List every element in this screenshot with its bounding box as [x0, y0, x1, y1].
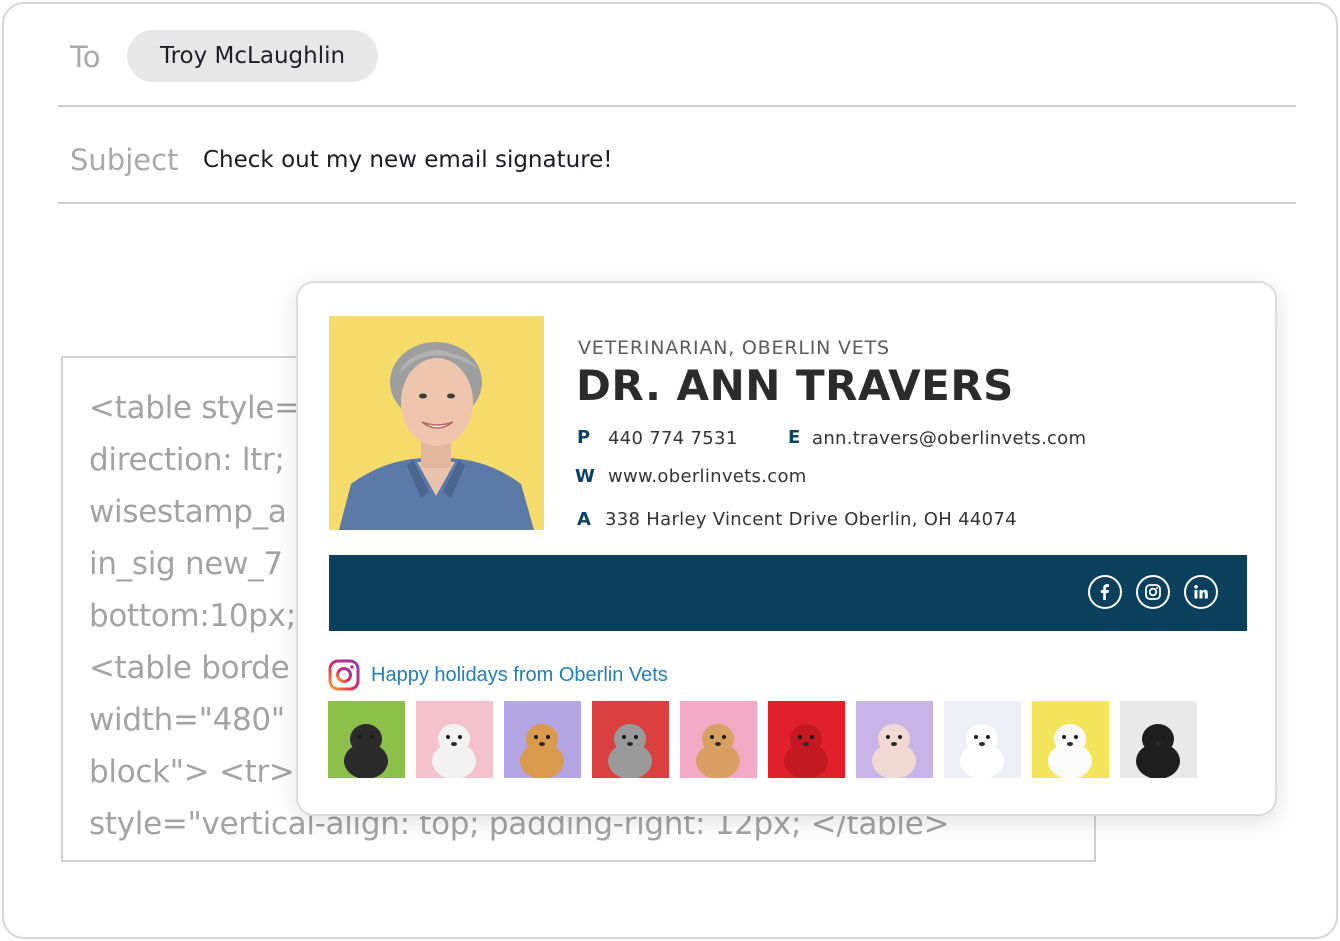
pet-photo-shiba-inu[interactable]: [504, 701, 581, 778]
phone-value[interactable]: 440 774 7531: [608, 428, 738, 449]
code-line: block"> <tr> <: [89, 754, 330, 790]
website-key: W: [575, 466, 595, 487]
code-line: wisestamp_a: [89, 494, 287, 530]
subject-label: Subject: [70, 143, 179, 177]
email-value[interactable]: ann.travers@oberlinvets.com: [812, 428, 1086, 449]
pet-photo-puppy-party-hat[interactable]: [328, 701, 405, 778]
job-title: VETERINARIAN, OBERLIN VETS: [578, 337, 890, 359]
pet-photo-black-pug[interactable]: [1120, 701, 1197, 778]
recipient-chip[interactable]: Troy McLaughlin: [127, 30, 378, 82]
pet-photo-cat-bread-costume[interactable]: [592, 701, 669, 778]
website-value[interactable]: www.oberlinvets.com: [608, 466, 807, 487]
pet-photo-french-bulldog-puppy[interactable]: [416, 701, 493, 778]
phone-key: P: [577, 427, 591, 448]
email-signature-card: VETERINARIAN, OBERLIN VETS DR. ANN TRAVE…: [296, 281, 1277, 816]
pet-photo-sphynx-cat[interactable]: [856, 701, 933, 778]
facebook-icon[interactable]: [1088, 575, 1122, 609]
linkedin-icon[interactable]: [1184, 575, 1218, 609]
to-divider: [58, 105, 1296, 107]
code-line: <table borde: [89, 650, 290, 686]
instagram-icon[interactable]: [328, 659, 360, 691]
pet-photo-dog-red-hoodie[interactable]: [768, 701, 845, 778]
pet-photo-white-rabbit-purple[interactable]: [944, 701, 1021, 778]
code-line: direction: ltr; ': [89, 442, 303, 478]
subject-field[interactable]: Check out my new email signature!: [203, 147, 613, 173]
pet-photo-shiba-party-hat[interactable]: [680, 701, 757, 778]
code-line: in_sig new_7: [89, 546, 283, 582]
code-line: bottom:10px;: [89, 598, 296, 634]
social-bar: [329, 555, 1247, 631]
address-key: A: [577, 509, 591, 530]
full-name: DR. ANN TRAVERS: [576, 361, 1014, 410]
profile-photo: [329, 316, 544, 530]
code-line: <table style=": [89, 390, 314, 426]
to-label: To: [70, 40, 101, 74]
banner-link[interactable]: Happy holidays from Oberlin Vets: [371, 664, 668, 687]
code-line: width="480" s: [89, 702, 311, 738]
address-value: 338 Harley Vincent Drive Oberlin, OH 440…: [605, 509, 1017, 530]
subject-divider: [58, 202, 1296, 204]
instagram-icon[interactable]: [1136, 575, 1170, 609]
pet-photo-rabbit-yellow[interactable]: [1032, 701, 1109, 778]
email-key: E: [788, 427, 801, 448]
